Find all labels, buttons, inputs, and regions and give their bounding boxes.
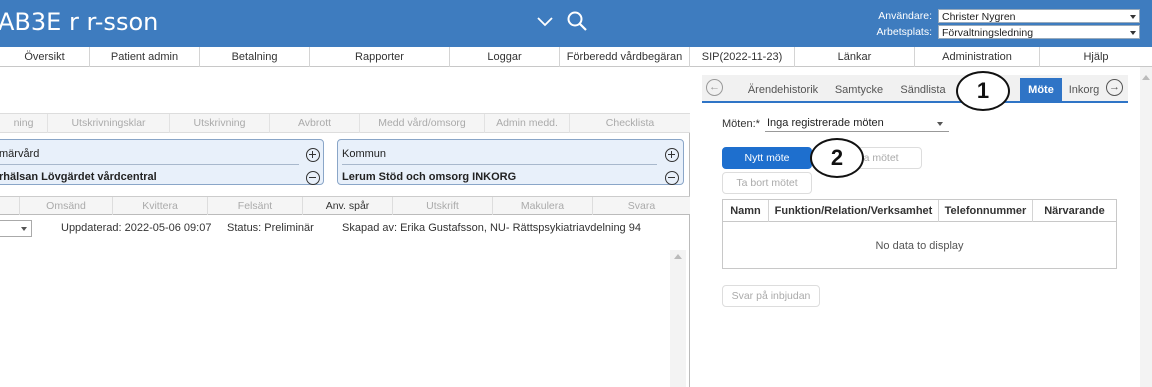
menu-item-administration[interactable]: Administration (915, 47, 1040, 67)
caret-down-icon (1130, 15, 1136, 19)
action-omsand[interactable]: Omsänd (20, 197, 113, 215)
menu-item-sip[interactable]: SIP(2022-11-23) (690, 47, 795, 67)
party-box-primarvard: märvård rhälsan Lövgärdet vårdcentral (0, 139, 324, 185)
document-version-select[interactable] (0, 220, 32, 237)
grid-empty-message: No data to display (875, 240, 964, 252)
collapse-minus-icon[interactable] (665, 171, 679, 185)
moten-select-value: Inga registrerade möten (767, 117, 884, 129)
status-tab-utskrivning[interactable]: Utskrivning (170, 114, 270, 133)
menu-item-lankar[interactable]: Länkar (795, 47, 915, 67)
message-action-bar: Omsänd Kvittera Felsänt Anv. spår Utskri… (0, 196, 690, 215)
created-by-text: Skapad av: Erika Gustafsson, NU- Rättsps… (342, 222, 641, 234)
status-tab-checklista[interactable]: Checklista (570, 114, 690, 133)
divider (342, 164, 657, 165)
participants-grid: Namn Funktion/Relation/Verksamhet Telefo… (722, 199, 1117, 269)
reply-invitation-button[interactable]: Svar på inbjudan (722, 285, 820, 307)
tab-arendehistorik[interactable]: Ärendehistorik (740, 80, 826, 100)
callout-marker-1: 1 (956, 71, 1010, 111)
action-svara[interactable]: Svara (593, 197, 690, 215)
collapse-minus-icon[interactable] (306, 171, 320, 185)
user-label: Användare: (878, 10, 932, 22)
delete-meeting-button[interactable]: Ta bort mötet (722, 172, 812, 194)
app-title: AB3E r r-sson (0, 8, 159, 36)
action-makulera[interactable]: Makulera (493, 197, 593, 215)
callout-marker-2: 2 (810, 138, 864, 178)
side-panel: ← Ärendehistorik Samtycke Sändlista Möte… (694, 67, 1152, 387)
menu-item-oversikt[interactable]: Översikt (0, 47, 90, 67)
search-icon[interactable] (566, 10, 588, 32)
tab-samtycke[interactable]: Samtycke (828, 80, 890, 100)
workplace-select[interactable]: Förvaltningsledning (938, 25, 1140, 39)
document-info-row: Uppdaterad: 2022-05-06 09:07 Status: Pre… (0, 219, 690, 239)
tab-sandlista[interactable]: Sändlista (892, 80, 954, 100)
expand-plus-icon[interactable] (306, 148, 320, 162)
chevron-down-icon[interactable] (536, 12, 554, 30)
app-header: AB3E r r-sson Användare: Christer Nygren… (0, 0, 1152, 47)
case-pane: ning Utskrivningsklar Utskrivning Avbrot… (0, 67, 690, 387)
party-unit: rhälsan Lövgärdet vårdcentral (0, 171, 157, 183)
case-header-area (0, 67, 690, 113)
caret-down-icon (937, 122, 943, 126)
workplace-value: Förvaltningsledning (942, 27, 1034, 39)
new-meeting-button[interactable]: Nytt möte (722, 147, 812, 169)
menu-item-patient-admin[interactable]: Patient admin (90, 47, 200, 67)
user-value: Christer Nygren (942, 11, 1016, 23)
scroll-up-icon[interactable] (1142, 75, 1150, 80)
moten-select[interactable]: Inga registrerade möten (765, 115, 949, 132)
menu-item-forberedd-vardbegaran[interactable]: Förberedd vårdbegäran (560, 47, 690, 67)
caret-down-icon (1130, 31, 1136, 35)
expand-plus-icon[interactable] (665, 148, 679, 162)
scroll-up-icon[interactable] (674, 254, 682, 259)
status-tab-medd-vard-omsorg[interactable]: Medd vård/omsorg (360, 114, 485, 133)
tab-mote[interactable]: Möte (1020, 78, 1062, 103)
divider (0, 164, 299, 165)
workplace-label: Arbetsplats: (876, 26, 932, 38)
status-tab-inskrivning[interactable]: ning (0, 114, 48, 133)
tab-inkorg[interactable]: Inkorg (1064, 80, 1104, 100)
column-header-funktion[interactable]: Funktion/Relation/Verksamhet (769, 200, 939, 222)
menu-item-betalning[interactable]: Betalning (200, 47, 310, 67)
side-panel-scrollbar[interactable] (1140, 67, 1152, 387)
action-anv-spar[interactable]: Anv. spår (303, 197, 393, 215)
column-header-narvarande[interactable]: Närvarande (1033, 200, 1116, 222)
tabs-prev-arrow-icon[interactable]: ← (706, 79, 723, 96)
status-tab-admin-medd[interactable]: Admin medd. (485, 114, 570, 133)
column-header-telefonnummer[interactable]: Telefonnummer (939, 200, 1033, 222)
action-utskrift[interactable]: Utskrift (393, 197, 493, 215)
party-unit: Lerum Stöd och omsorg INKORG (342, 171, 517, 183)
action-kvittera[interactable]: Kvittera (113, 197, 208, 215)
updated-text: Uppdaterad: 2022-05-06 09:07 (61, 222, 212, 234)
main-menu: Översikt Patient admin Betalning Rapport… (0, 47, 1152, 67)
party-role: märvård (0, 148, 40, 160)
side-tab-strip: ← Ärendehistorik Samtycke Sändlista Möte… (702, 75, 1128, 103)
column-header-namn[interactable]: Namn (723, 200, 769, 222)
action-item-partial (0, 197, 20, 215)
moten-label: Möten:* (722, 118, 760, 130)
status-tab-bar: ning Utskrivningsklar Utskrivning Avbrot… (0, 113, 690, 133)
menu-item-loggar[interactable]: Loggar (450, 47, 560, 67)
status-tab-utskrivningsklar[interactable]: Utskrivningsklar (48, 114, 170, 133)
status-text: Status: Preliminär (227, 222, 314, 234)
user-select[interactable]: Christer Nygren (938, 9, 1140, 23)
party-role: Kommun (342, 148, 387, 160)
caret-down-icon (21, 227, 27, 231)
menu-item-rapporter[interactable]: Rapporter (310, 47, 450, 67)
menu-item-hjalp[interactable]: Hjälp (1040, 47, 1152, 67)
grid-header: Namn Funktion/Relation/Verksamhet Telefo… (723, 200, 1116, 222)
status-tab-avbrott[interactable]: Avbrott (270, 114, 360, 133)
document-scrollbar[interactable] (670, 250, 686, 387)
party-box-kommun: Kommun Lerum Stöd och omsorg INKORG (337, 139, 684, 185)
action-felsant[interactable]: Felsänt (208, 197, 303, 215)
tabs-next-arrow-icon[interactable]: → (1106, 79, 1123, 96)
